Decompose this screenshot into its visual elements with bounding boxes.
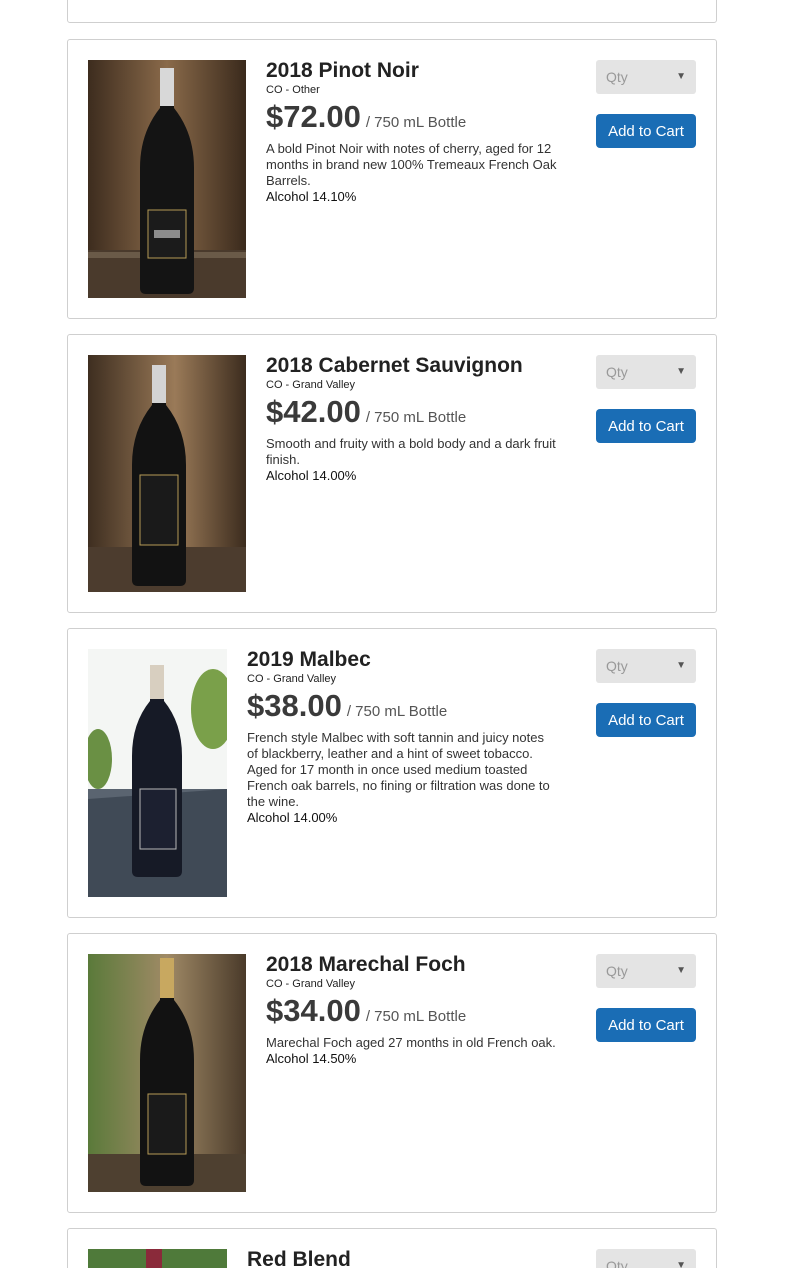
product-info: 2019 Malbec CO - Grand Valley $38.00/ 75…	[247, 649, 552, 826]
product-price: $72.00	[266, 99, 361, 134]
chevron-down-icon: ▼	[676, 965, 686, 976]
product-card: 2018 Pinot Noir CO - Other $72.00/ 750 m…	[67, 39, 717, 319]
product-alcohol: Alcohol 14.00%	[247, 810, 338, 825]
qty-select[interactable]: Qty ▼	[596, 954, 696, 988]
product-card: 2018 Cabernet Sauvignon CO - Grand Valle…	[67, 334, 717, 613]
product-name[interactable]: 2018 Cabernet Sauvignon	[266, 355, 576, 377]
price-row: $38.00/ 750 mL Bottle	[247, 688, 552, 724]
product-region: CO - Other	[266, 84, 320, 96]
chevron-down-icon: ▼	[676, 1260, 686, 1268]
product-info: Red Blend	[247, 1249, 552, 1268]
product-description: A bold Pinot Noir with notes of cherry, …	[266, 141, 557, 188]
product-description: French style Malbec with soft tannin and…	[247, 730, 550, 809]
product-description: Marechal Foch aged 27 months in old Fren…	[266, 1035, 556, 1050]
product-alcohol: Alcohol 14.00%	[266, 468, 357, 483]
price-unit: / 750 mL Bottle	[365, 114, 467, 131]
wine-bottle-image	[88, 355, 246, 592]
product-card-previous	[67, 0, 717, 23]
price-row: $34.00/ 750 mL Bottle	[266, 993, 576, 1029]
product-info: 2018 Pinot Noir CO - Other $72.00/ 750 m…	[266, 60, 576, 205]
product-alcohol: Alcohol 14.50%	[266, 1051, 357, 1066]
wine-bottle-image	[88, 1249, 227, 1268]
product-price: $42.00	[266, 394, 361, 429]
qty-select[interactable]: Qty ▼	[596, 60, 696, 94]
product-image[interactable]	[88, 1249, 227, 1268]
product-price: $38.00	[247, 688, 342, 723]
wine-bottle-image	[88, 649, 227, 897]
product-alcohol: Alcohol 14.10%	[266, 189, 357, 204]
product-card: 2018 Marechal Foch CO - Grand Valley $34…	[67, 933, 717, 1213]
qty-select[interactable]: Qty ▼	[596, 1249, 696, 1268]
add-to-cart-button[interactable]: Add to Cart	[596, 1008, 696, 1042]
product-image[interactable]	[88, 954, 246, 1192]
wine-bottle-image	[88, 60, 246, 298]
qty-select[interactable]: Qty ▼	[596, 649, 696, 683]
product-info: 2018 Marechal Foch CO - Grand Valley $34…	[266, 954, 576, 1067]
add-to-cart-button[interactable]: Add to Cart	[596, 114, 696, 148]
qty-select[interactable]: Qty ▼	[596, 355, 696, 389]
product-image[interactable]	[88, 355, 246, 592]
product-image[interactable]	[88, 60, 246, 298]
chevron-down-icon: ▼	[676, 366, 686, 377]
qty-placeholder: Qty	[606, 1258, 628, 1268]
product-region: CO - Grand Valley	[266, 379, 356, 391]
product-name[interactable]: 2019 Malbec	[247, 649, 552, 671]
add-to-cart-button[interactable]: Add to Cart	[596, 703, 696, 737]
product-name[interactable]: 2018 Marechal Foch	[266, 954, 576, 976]
product-image[interactable]	[88, 649, 227, 897]
qty-placeholder: Qty	[606, 963, 628, 979]
product-name[interactable]: 2018 Pinot Noir	[266, 60, 576, 82]
add-to-cart-button[interactable]: Add to Cart	[596, 409, 696, 443]
product-price: $34.00	[266, 993, 361, 1028]
product-card: Red Blend Qty ▼	[67, 1228, 717, 1268]
qty-placeholder: Qty	[606, 69, 628, 85]
price-row: $72.00/ 750 mL Bottle	[266, 99, 576, 135]
product-region: CO - Grand Valley	[247, 673, 337, 685]
price-unit: / 750 mL Bottle	[346, 703, 448, 720]
qty-placeholder: Qty	[606, 364, 628, 380]
wine-bottle-image	[88, 954, 246, 1192]
product-region: CO - Grand Valley	[266, 978, 356, 990]
qty-placeholder: Qty	[606, 658, 628, 674]
price-unit: / 750 mL Bottle	[365, 1008, 467, 1025]
chevron-down-icon: ▼	[676, 660, 686, 671]
product-card: 2019 Malbec CO - Grand Valley $38.00/ 75…	[67, 628, 717, 918]
product-name[interactable]: Red Blend	[247, 1249, 552, 1268]
product-description: Smooth and fruity with a bold body and a…	[266, 436, 556, 467]
price-row: $42.00/ 750 mL Bottle	[266, 394, 576, 430]
price-unit: / 750 mL Bottle	[365, 409, 467, 426]
chevron-down-icon: ▼	[676, 71, 686, 82]
product-info: 2018 Cabernet Sauvignon CO - Grand Valle…	[266, 355, 576, 484]
